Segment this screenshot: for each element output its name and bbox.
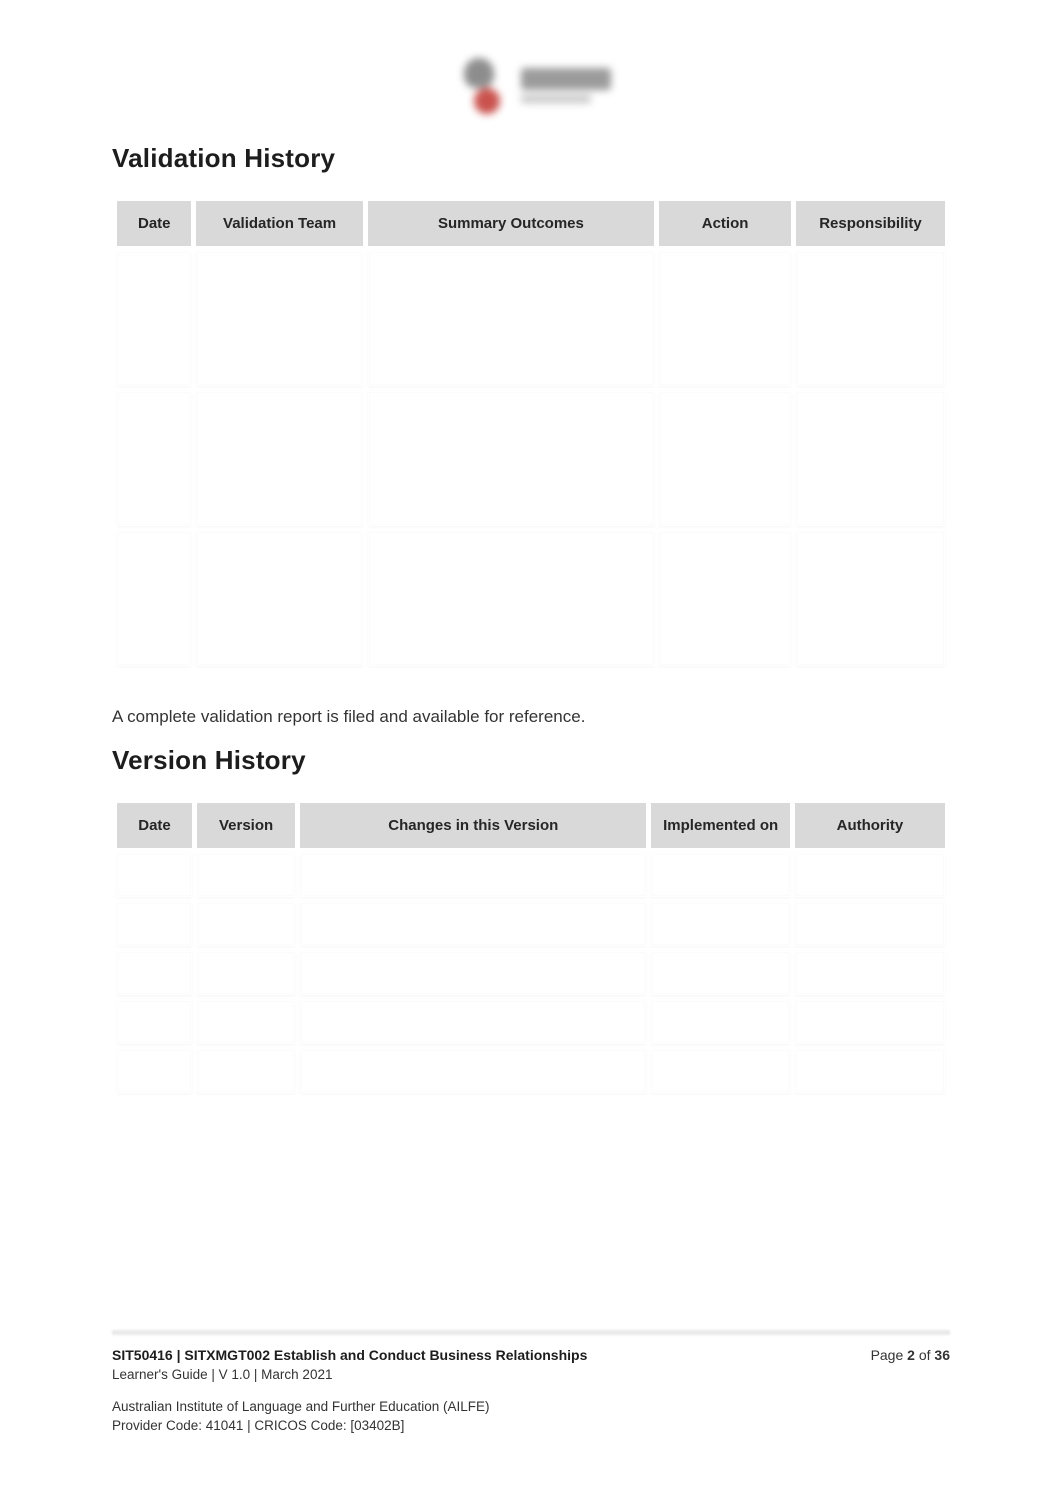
- table-row: [117, 853, 945, 897]
- heading-version-history: Version History: [112, 745, 950, 776]
- cell-summary: [368, 391, 655, 526]
- cell-team: [196, 531, 362, 666]
- version-history-table: Date Version Changes in this Version Imp…: [112, 798, 950, 1098]
- table-row: [117, 391, 945, 526]
- cell-responsibility: [796, 391, 945, 526]
- cell-changes: [300, 1049, 646, 1093]
- cell-implemented: [651, 902, 790, 946]
- col-responsibility: Responsibility: [796, 201, 945, 246]
- footer-page-indicator: Page 2 of 36: [871, 1345, 950, 1363]
- cell-summary: [368, 251, 655, 386]
- cell-team: [196, 251, 362, 386]
- cell-changes: [300, 853, 646, 897]
- logo-subtext-icon: [521, 95, 591, 103]
- cell-authority: [795, 951, 945, 995]
- table-row: [117, 1049, 945, 1093]
- cell-action: [659, 391, 791, 526]
- logo-mark-icon: [456, 58, 511, 113]
- table-header-row: Date Version Changes in this Version Imp…: [117, 803, 945, 848]
- page-total: 36: [934, 1347, 950, 1363]
- page-prefix: Page: [871, 1347, 908, 1363]
- cell-responsibility: [796, 531, 945, 666]
- document-page: Validation History Date Validation Team …: [0, 0, 1062, 1506]
- table-row: [117, 902, 945, 946]
- validation-history-table: Date Validation Team Summary Outcomes Ac…: [112, 196, 950, 671]
- cell-changes: [300, 951, 646, 995]
- cell-authority: [795, 1000, 945, 1044]
- footer-left: SIT50416 | SITXMGT002 Establish and Cond…: [112, 1345, 587, 1436]
- col-authority: Authority: [795, 803, 945, 848]
- cell-date: [117, 531, 191, 666]
- table-row: [117, 1000, 945, 1044]
- table-row: [117, 951, 945, 995]
- cell-authority: [795, 1049, 945, 1093]
- cell-date: [117, 902, 192, 946]
- cell-action: [659, 251, 791, 386]
- table-row: [117, 531, 945, 666]
- col-summary-outcomes: Summary Outcomes: [368, 201, 655, 246]
- cell-version: [197, 1049, 295, 1093]
- validation-note: A complete validation report is filed an…: [112, 707, 950, 727]
- cell-date: [117, 951, 192, 995]
- footer-org-line: Australian Institute of Language and Fur…: [112, 1397, 587, 1417]
- cell-action: [659, 531, 791, 666]
- cell-version: [197, 902, 295, 946]
- cell-changes: [300, 902, 646, 946]
- cell-authority: [795, 902, 945, 946]
- logo-container: [112, 50, 950, 125]
- cell-version: [197, 1000, 295, 1044]
- cell-implemented: [651, 1049, 790, 1093]
- cell-version: [197, 951, 295, 995]
- org-logo: [436, 50, 626, 120]
- page-current: 2: [907, 1347, 915, 1363]
- logo-text-icon: [521, 68, 611, 90]
- cell-date: [117, 391, 191, 526]
- page-footer: SIT50416 | SITXMGT002 Establish and Cond…: [112, 1330, 950, 1436]
- cell-implemented: [651, 1000, 790, 1044]
- col-changes: Changes in this Version: [300, 803, 646, 848]
- cell-authority: [795, 853, 945, 897]
- col-action: Action: [659, 201, 791, 246]
- col-implemented-on: Implemented on: [651, 803, 790, 848]
- cell-date: [117, 251, 191, 386]
- cell-date: [117, 853, 192, 897]
- col-date: Date: [117, 201, 191, 246]
- footer-guide-line: Learner's Guide | V 1.0 | March 2021: [112, 1365, 587, 1385]
- col-validation-team: Validation Team: [196, 201, 362, 246]
- footer-divider: [112, 1330, 950, 1335]
- table-header-row: Date Validation Team Summary Outcomes Ac…: [117, 201, 945, 246]
- cell-implemented: [651, 951, 790, 995]
- heading-validation-history: Validation History: [112, 143, 950, 174]
- page-of: of: [915, 1347, 934, 1363]
- cell-summary: [368, 531, 655, 666]
- footer-course-line: SIT50416 | SITXMGT002 Establish and Cond…: [112, 1345, 587, 1365]
- cell-version: [197, 853, 295, 897]
- footer-provider-line: Provider Code: 41041 | CRICOS Code: [034…: [112, 1416, 587, 1436]
- footer-row: SIT50416 | SITXMGT002 Establish and Cond…: [112, 1345, 950, 1436]
- cell-team: [196, 391, 362, 526]
- cell-responsibility: [796, 251, 945, 386]
- col-version: Version: [197, 803, 295, 848]
- col-date: Date: [117, 803, 192, 848]
- cell-implemented: [651, 853, 790, 897]
- cell-changes: [300, 1000, 646, 1044]
- cell-date: [117, 1000, 192, 1044]
- table-row: [117, 251, 945, 386]
- cell-date: [117, 1049, 192, 1093]
